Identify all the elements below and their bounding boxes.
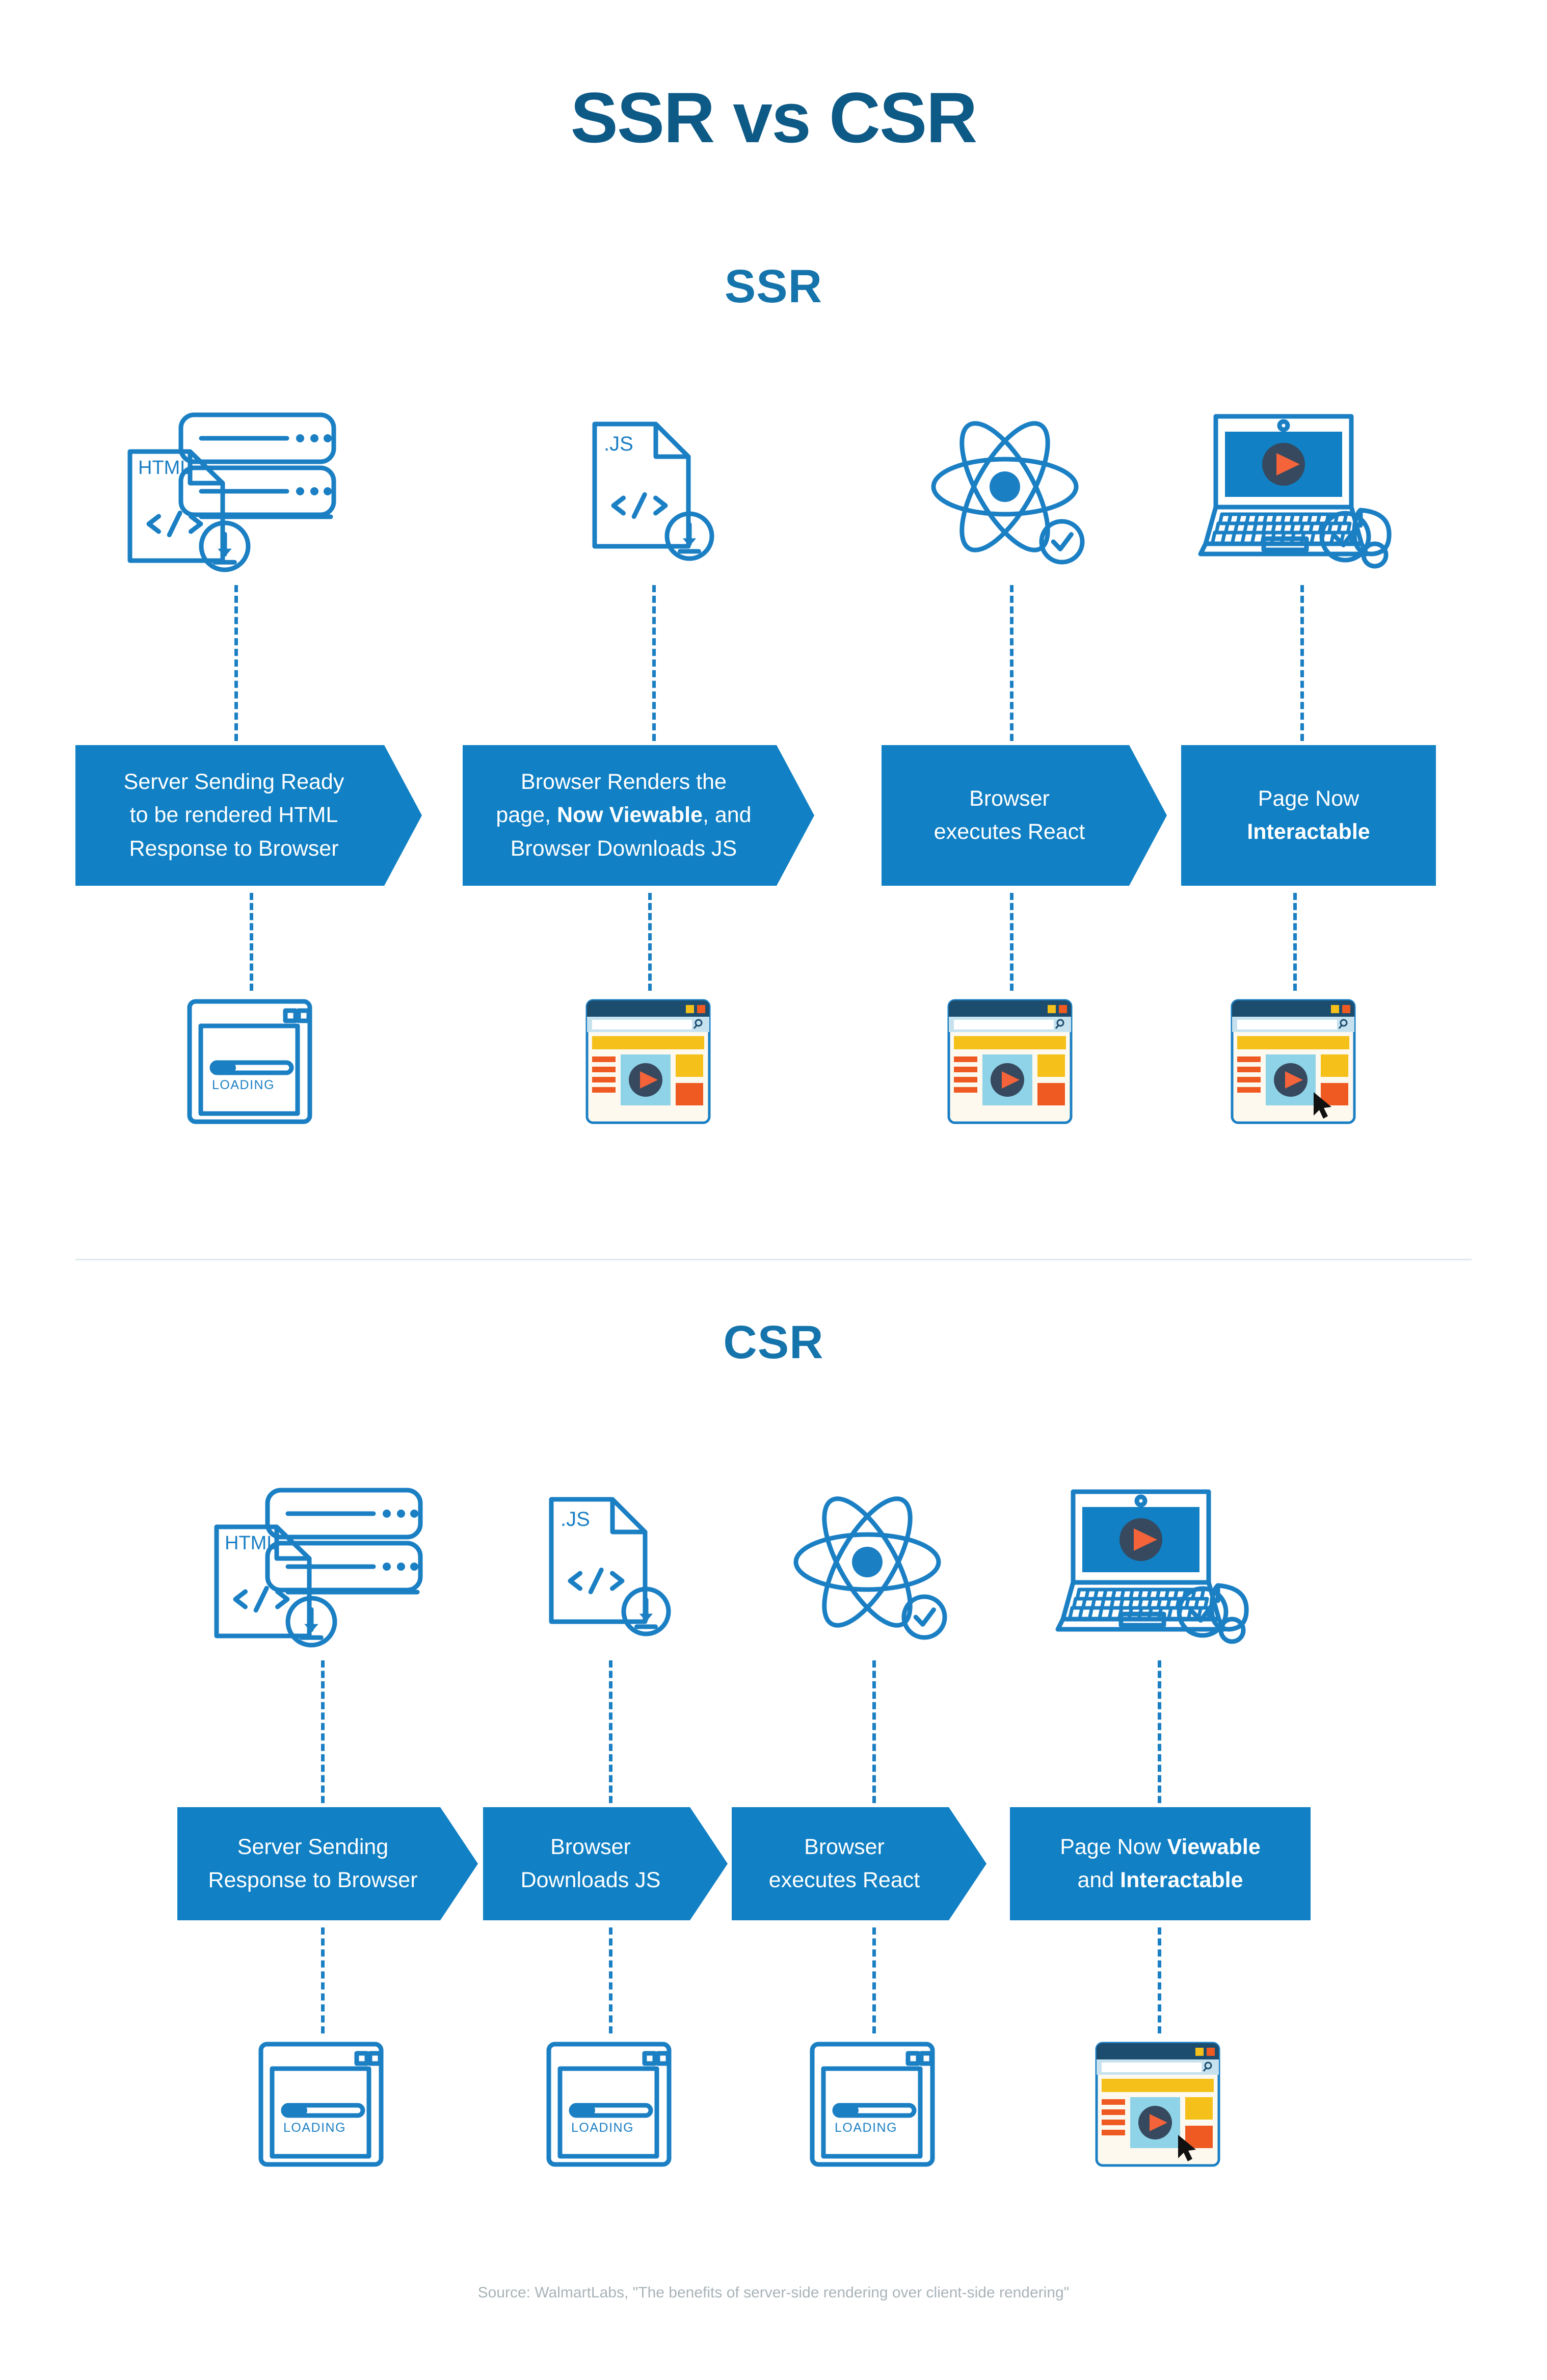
stage-mockup-ssr-3: [946, 995, 1074, 1128]
browser-page-mockup-with-cursor: [1231, 999, 1356, 1124]
stage-mockup-csr-2: LOADING: [545, 2038, 673, 2171]
banner-text: Server Sending Response to Browser: [208, 1834, 418, 1892]
stage-icon-ssr-4: [1173, 408, 1428, 576]
banner-text: Page Now Viewable and Interactable: [1060, 1834, 1261, 1892]
stage-icon-ssr-3: [883, 408, 1137, 576]
svg-text:HTML: HTML: [225, 1532, 277, 1554]
browser-page-mockup-with-cursor: [1095, 2042, 1220, 2167]
connector-banner-to-mockup-ssr-4: [1293, 893, 1297, 991]
stage-icon-ssr-2: .JS: [525, 408, 780, 576]
browser-loading-mockup: LOADING: [810, 2042, 935, 2167]
connector-icon-to-banner-ssr-3: [1010, 585, 1013, 741]
stage-banner-ssr-3[interactable]: Browser executes React: [882, 745, 1167, 886]
banner-text: Browser executes React: [768, 1834, 920, 1892]
html-server-download-icon: HTML: [214, 1488, 423, 1648]
section-heading-csr: CSR: [723, 1316, 824, 1368]
banner-text: Page Now Interactable: [1247, 786, 1370, 844]
connector-banner-to-mockup-ssr-1: [250, 893, 253, 991]
banner-text: Browser executes React: [933, 786, 1085, 844]
connector-banner-to-mockup-csr-4: [1158, 1927, 1161, 2033]
laptop-mouse-check-icon: [1055, 1489, 1249, 1644]
stage-banner-ssr-1[interactable]: Server Sending Ready to be rendered HTML R…: [75, 745, 422, 886]
stage-icon-csr-2: .JS: [482, 1483, 736, 1651]
react-atom-check-icon: [793, 1496, 947, 1640]
browser-page-mockup: [585, 999, 711, 1124]
stage-mockup-csr-1: LOADING: [257, 2038, 385, 2171]
svg-text:LOADING: LOADING: [283, 2121, 346, 2135]
connector-banner-to-mockup-csr-1: [321, 1927, 325, 2033]
page-title: SSR vs CSR: [570, 77, 978, 157]
stage-banner-csr-3[interactable]: Browser executes React: [732, 1807, 986, 1920]
stage-icon-csr-3: [745, 1483, 1000, 1651]
connector-banner-to-mockup-ssr-2: [648, 893, 652, 991]
section-heading-ssr: SSR: [724, 260, 823, 312]
stage-banner-csr-2[interactable]: Browser Downloads JS: [483, 1807, 728, 1920]
stage-mockup-ssr-2: [584, 995, 712, 1128]
html-server-download-icon: HTML: [127, 412, 336, 572]
stage-icon-csr-1: HTML: [194, 1483, 448, 1651]
js-file-download-icon: .JS: [549, 1497, 671, 1636]
stage-icon-ssr-1: HTML: [107, 408, 362, 576]
banner-text: Browser Downloads JS: [520, 1834, 661, 1892]
connector-icon-to-banner-ssr-1: [234, 585, 238, 741]
connector-icon-to-banner-csr-4: [1158, 1660, 1161, 1803]
browser-loading-mockup: LOADING: [546, 2042, 672, 2167]
stage-banner-ssr-2[interactable]: Browser Renders the page, Now Viewable, a…: [463, 745, 814, 886]
svg-text:.JS: .JS: [561, 1508, 590, 1530]
js-file-download-icon: .JS: [592, 421, 714, 561]
section-divider: [75, 1259, 1472, 1260]
source-caption: Source: WalmartLabs, "The benefits of se…: [477, 2284, 1070, 2301]
stage-banner-csr-4[interactable]: Page Now Viewable and Interactable: [1010, 1807, 1311, 1920]
laptop-mouse-check-icon: [1198, 414, 1392, 569]
connector-banner-to-mockup-ssr-3: [1010, 893, 1013, 991]
svg-text:LOADING: LOADING: [212, 1078, 275, 1092]
browser-loading-mockup: LOADING: [187, 999, 312, 1124]
svg-text:LOADING: LOADING: [571, 2121, 634, 2135]
react-atom-check-icon: [931, 421, 1085, 565]
stage-mockup-ssr-4: [1229, 995, 1357, 1128]
browser-page-mockup: [947, 999, 1073, 1124]
browser-loading-mockup: LOADING: [258, 2042, 384, 2167]
stage-banner-csr-1[interactable]: Server Sending Response to Browser: [177, 1807, 478, 1920]
connector-banner-to-mockup-csr-2: [609, 1927, 612, 2033]
connector-icon-to-banner-ssr-2: [652, 585, 656, 741]
connector-banner-to-mockup-csr-3: [872, 1927, 876, 2033]
banner-text: Server Sending Ready to be rendered HTML R…: [123, 769, 344, 861]
svg-text:LOADING: LOADING: [835, 2121, 897, 2135]
connector-icon-to-banner-csr-3: [872, 1660, 876, 1803]
connector-icon-to-banner-csr-2: [609, 1660, 612, 1803]
stage-mockup-csr-3: LOADING: [808, 2038, 937, 2171]
banner-text: Browser Renders the page, Now Viewable, a…: [496, 769, 752, 861]
stage-mockup-csr-4: [1093, 2038, 1222, 2171]
stage-banner-ssr-4[interactable]: Page Now Interactable: [1181, 745, 1436, 886]
stage-icon-csr-4: [1030, 1483, 1285, 1651]
connector-icon-to-banner-csr-1: [321, 1660, 325, 1803]
svg-text:HTML: HTML: [138, 457, 191, 479]
connector-icon-to-banner-ssr-4: [1300, 585, 1304, 741]
svg-text:.JS: .JS: [604, 433, 633, 455]
stage-mockup-ssr-1: LOADING: [185, 995, 314, 1128]
